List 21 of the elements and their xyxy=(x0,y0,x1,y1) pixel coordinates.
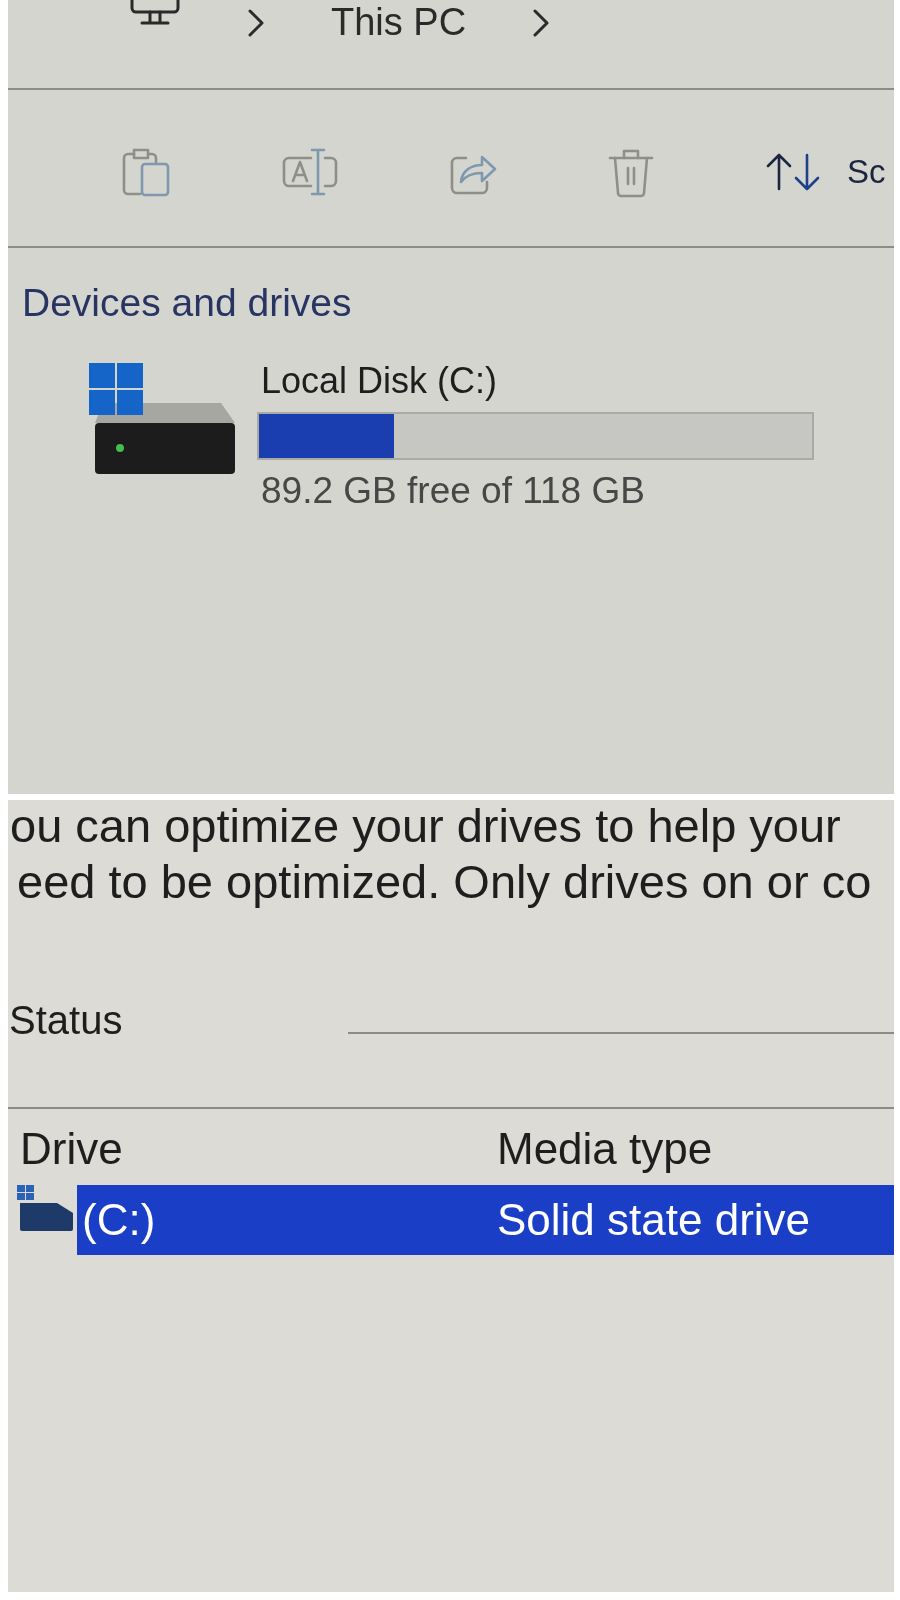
drive-space-text: 89.2 GB free of 118 GB xyxy=(260,469,645,513)
table-cell-text: Solid state drive xyxy=(497,1194,811,1246)
drive-icon xyxy=(89,363,235,474)
chevron-icon[interactable] xyxy=(247,9,265,37)
sort-button[interactable]: Sc xyxy=(764,152,886,192)
chevron-icon[interactable] xyxy=(532,9,551,37)
sort-icon xyxy=(764,152,822,192)
rename-icon xyxy=(281,146,339,198)
description-text: eed to be optimized. Only drives on or co xyxy=(16,854,872,910)
monitor-icon[interactable] xyxy=(129,0,181,26)
description-text: ou can optimize your drives to help your xyxy=(9,800,841,852)
column-header[interactable]: Media type xyxy=(497,1122,713,1175)
section-heading: Devices and drives xyxy=(21,280,352,326)
column-header[interactable]: Drive xyxy=(20,1122,497,1175)
drive-name[interactable]: Local Disk (C:) xyxy=(257,359,498,402)
clipboard-icon xyxy=(120,146,172,198)
breadcrumb-item[interactable]: This PC xyxy=(331,0,467,44)
status-label: Status xyxy=(8,997,123,1044)
drive-icon xyxy=(17,1185,75,1231)
table-row[interactable]: (C:) Solid state drive xyxy=(77,1185,894,1255)
table-cell-text: (C:) xyxy=(82,1194,157,1246)
